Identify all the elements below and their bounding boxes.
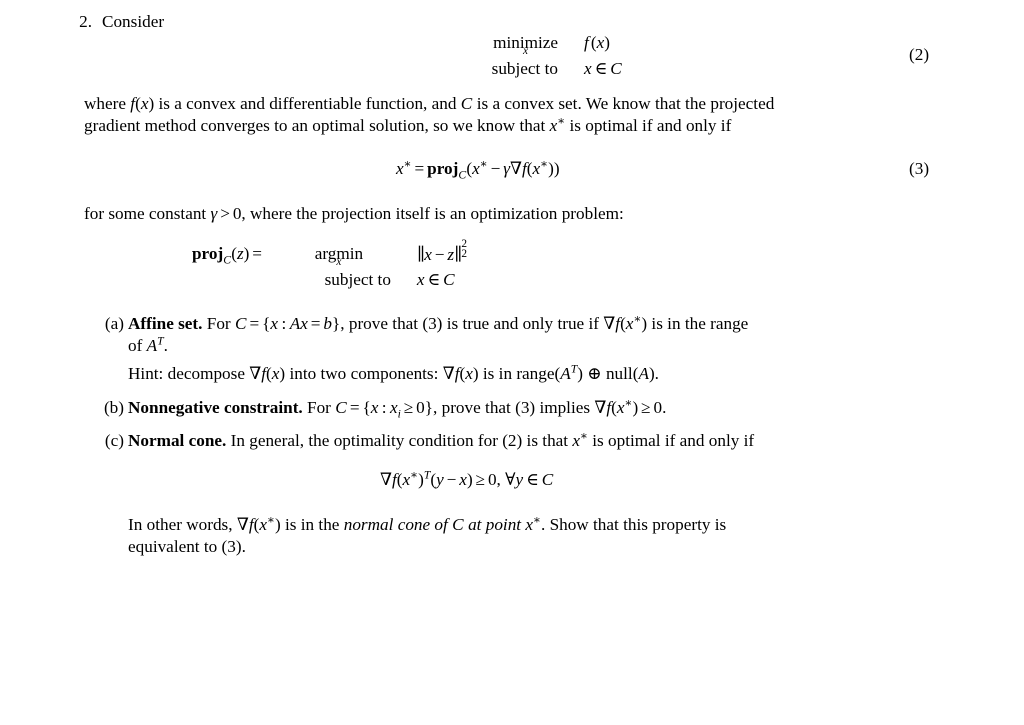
part-a-label: (a) [104, 314, 124, 333]
closing-line-2: equivalent to (3). [128, 537, 246, 557]
part-c-body: Normal cone. In general, the optimality … [128, 429, 755, 450]
argmin-keyword: argmin x [314, 244, 364, 268]
paragraph-line-2: gradient method converges to an optimal … [84, 114, 732, 136]
document-page: 2. Consider minimize x subject to f (x) x… [0, 0, 1024, 725]
projection-keywords: argmin x subject to [287, 243, 391, 295]
normal-cone-equation: ∇f(x∗)T(y − x) ≥0, ∀y ∈ C [380, 469, 553, 491]
equation-2-keywords: minimize x subject to [432, 32, 558, 84]
equation-2-objective: f (x) [584, 33, 610, 52]
paragraph-line-1: where f(x) is a convex and differentiabl… [84, 94, 775, 113]
projection-objective: ∥x − z∥ 2 2 [416, 238, 468, 265]
projection-constraint: x ∈ C [416, 270, 455, 289]
argmin-subscript-variable: x [336, 255, 342, 268]
projection-lhs: projC(z) = [192, 244, 262, 267]
part-b-label: (b) [103, 398, 124, 417]
subject-to-keyword: subject to [491, 59, 558, 78]
part-a-body: Affine set. For C = {x : Ax = b}, prove that… [128, 313, 748, 358]
minimize-subscript-variable: x [523, 44, 529, 57]
equation-2-expressions: f (x) x ∈ C [558, 32, 622, 84]
part-a-line-2: of AT. [128, 334, 168, 356]
equation-3-number: (3) [909, 159, 930, 178]
part-b-body: Nonnegative constraint. For C = {x : xi ≥0}… [128, 396, 667, 421]
minimize-keyword: minimize x [493, 33, 558, 57]
equation-2-block: minimize x subject to f (x) x ∈ C [432, 32, 622, 84]
part-c-closing-paragraph: In other words, ∇f(x∗) is in the normal … [128, 514, 726, 559]
normal-cone-expression: ∇f(x∗)T(y − x) ≥0, ∀y ∈ C [380, 468, 554, 489]
part-c-label: (c) [104, 431, 124, 450]
projection-expressions: ∥x − z∥ 2 2 x ∈ C [391, 238, 471, 295]
closing-line-1: In other words, ∇f(x∗) is in the normal … [128, 513, 727, 534]
equation-3-block: x∗ = projC(x∗ − γ∇f(x∗)) [396, 157, 560, 182]
equation-2-number: (2) [909, 45, 930, 64]
paragraph-for-some-constant: for some constant γ >0, where the project… [84, 204, 624, 223]
problem-number: 2. [79, 12, 92, 31]
projection-definition-block: projC(z) = argmin x subject to ∥x − z∥ 2 2 x ∈… [192, 238, 471, 295]
part-a-line-1: Affine set. For C = {x : Ax = b}, prove that… [128, 312, 749, 333]
paragraph-where-f-convex: where f(x) is a convex and differentiabl… [84, 93, 774, 138]
problem-intro-text: Consider [102, 12, 165, 31]
part-a-hint: Hint: decompose ∇f(x) into two component… [128, 362, 659, 383]
projection-subject-to-keyword: subject to [324, 270, 391, 289]
equation-3-expression: x∗ = projC(x∗ − γ∇f(x∗)) [396, 157, 560, 182]
equation-2-constraint: x ∈ C [584, 59, 622, 78]
